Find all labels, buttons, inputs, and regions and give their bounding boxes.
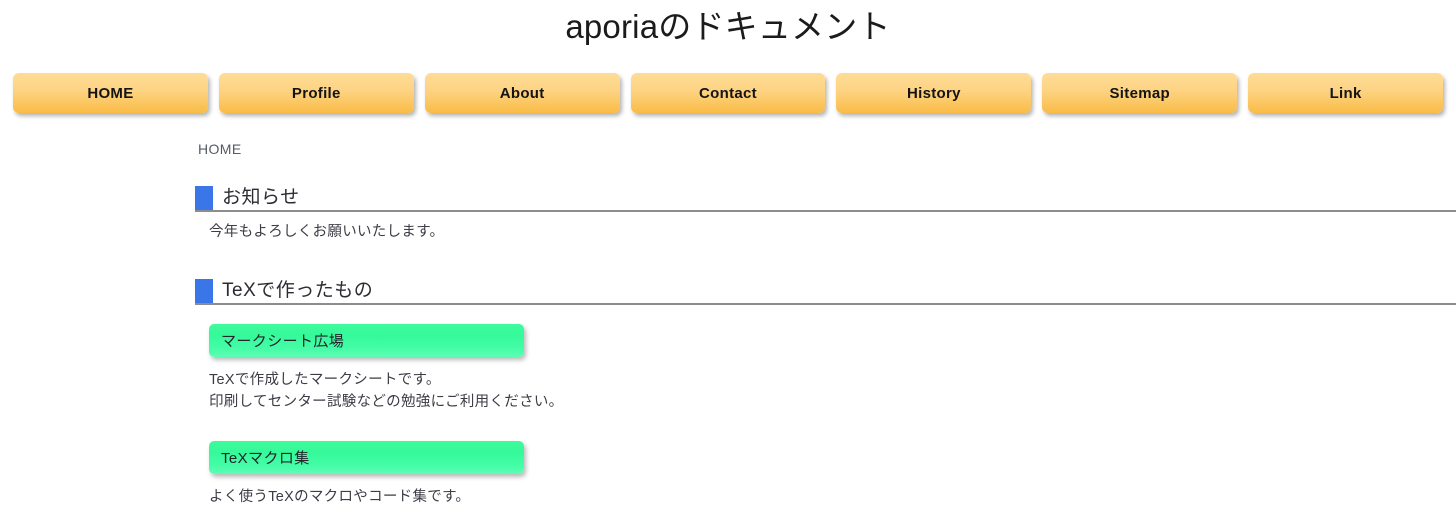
nav-item-sitemap[interactable]: Sitemap: [1042, 73, 1238, 113]
link-description-line: よく使うTeXのマクロやコード集です。: [209, 489, 471, 505]
nav-item-label: HOME: [87, 84, 134, 102]
nav-item-about[interactable]: About: [424, 73, 620, 113]
link-description: よく使うTeXのマクロやコード集です。: [209, 486, 1456, 508]
nav-item-label: Profile: [291, 84, 341, 102]
link-block: マークシート広場 TeXで作成したマークシートです。 印刷してセンター試験などの…: [209, 324, 1456, 413]
section-heading: TeXで作ったもの: [195, 277, 1456, 305]
link-description-line: TeXで作成したマークシートです。: [209, 372, 441, 388]
link-description: TeXで作成したマークシートです。 印刷してセンター試験などの勉強にご利用くださ…: [209, 369, 1456, 413]
section-tex-works: TeXで作ったもの マークシート広場 TeXで作成したマークシートです。 印刷し…: [195, 277, 1456, 508]
nav-item-label: History: [906, 84, 961, 102]
section-heading: お知らせ: [195, 184, 1456, 212]
section-oshirase: お知らせ 今年もよろしくお願いいたします。: [195, 184, 1456, 243]
link-description-line: 印刷してセンター試験などの勉強にご利用ください。: [209, 394, 564, 410]
main-navigation: HOME Profile About Contact History Sitem…: [0, 73, 1456, 113]
section-marker-square-icon: [195, 279, 213, 303]
section-title: お知らせ: [222, 187, 300, 208]
link-button-mark-sheet-hiroba[interactable]: マークシート広場: [209, 324, 524, 357]
nav-item-contact[interactable]: Contact: [630, 73, 826, 113]
nav-item-home[interactable]: HOME: [13, 73, 208, 113]
nav-item-label: Contact: [699, 84, 757, 102]
nav-item-label: Link: [1329, 84, 1362, 102]
section-body: マークシート広場 TeXで作成したマークシートです。 印刷してセンター試験などの…: [195, 305, 1456, 508]
link-button-label: マークシート広場: [221, 333, 345, 350]
link-button-label: TeXマクロ集: [221, 450, 310, 467]
nav-item-label: Sitemap: [1109, 84, 1170, 102]
main-content: HOME お知らせ 今年もよろしくお願いいたします。 TeXで作ったもの マーク…: [0, 140, 1456, 508]
nav-item-profile[interactable]: Profile: [218, 73, 414, 113]
link-block: TeXマクロ集 よく使うTeXのマクロやコード集です。: [209, 441, 1456, 508]
nav-item-history[interactable]: History: [836, 73, 1032, 113]
breadcrumb: HOME: [198, 141, 242, 157]
page-title: aporiaのドキュメント: [565, 8, 891, 45]
nav-item-link[interactable]: Link: [1248, 73, 1444, 113]
nav-item-label: About: [499, 84, 545, 102]
section-paragraph: 今年もよろしくお願いいたします。: [209, 224, 445, 240]
section-marker-square-icon: [195, 186, 213, 210]
section-title: TeXで作ったもの: [222, 280, 374, 301]
section-body: 今年もよろしくお願いいたします。: [195, 212, 1456, 243]
link-button-tex-macro-shu[interactable]: TeXマクロ集: [209, 441, 524, 474]
